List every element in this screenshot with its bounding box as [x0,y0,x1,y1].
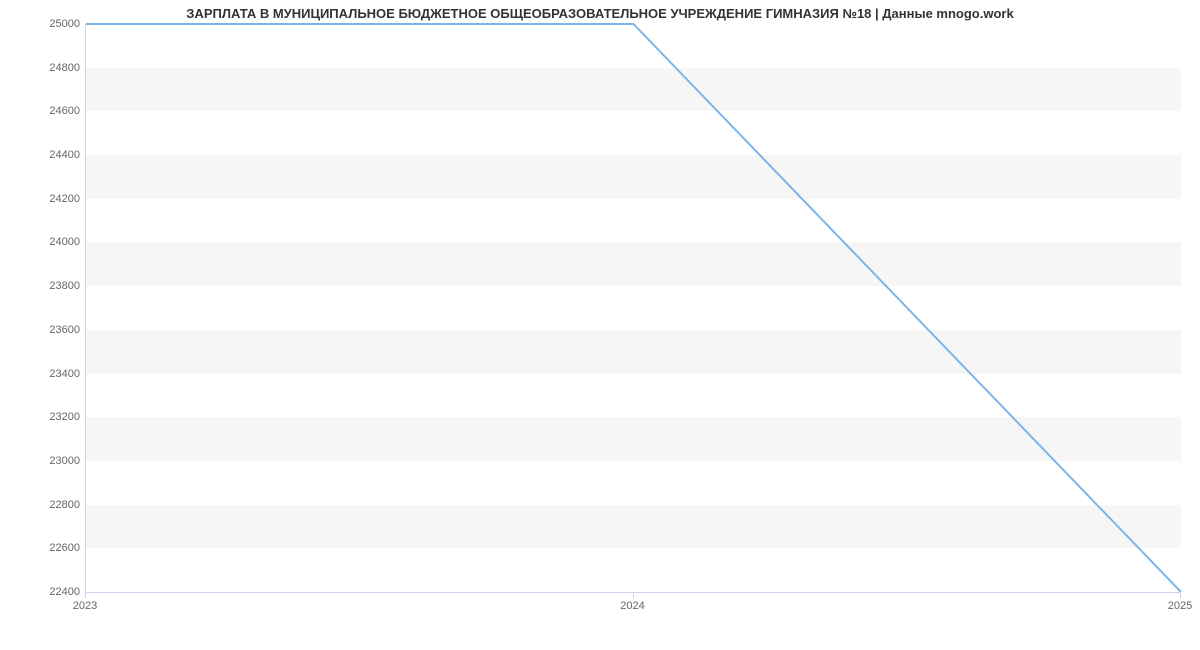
y-tick-label: 23000 [5,455,80,467]
x-tick-label: 2024 [620,600,644,612]
y-tick-label: 23200 [5,411,80,423]
y-tick-label: 22400 [5,586,80,598]
line-series [86,24,1181,592]
y-tick-label: 23400 [5,368,80,380]
y-tick-label: 22600 [5,542,80,554]
y-tick-label: 24400 [5,149,80,161]
x-tick-mark [85,592,86,598]
y-tick-label: 23600 [5,324,80,336]
x-tick-label: 2025 [1168,600,1192,612]
x-tick-mark [1180,592,1181,598]
x-tick-label: 2023 [73,600,97,612]
salary-line-chart: ЗАРПЛАТА В МУНИЦИПАЛЬНОЕ БЮДЖЕТНОЕ ОБЩЕО… [0,0,1200,650]
chart-title: ЗАРПЛАТА В МУНИЦИПАЛЬНОЕ БЮДЖЕТНОЕ ОБЩЕО… [0,6,1200,21]
y-tick-label: 24200 [5,193,80,205]
y-tick-label: 24000 [5,236,80,248]
y-tick-label: 24800 [5,62,80,74]
y-tick-label: 22800 [5,499,80,511]
y-tick-label: 23800 [5,280,80,292]
x-tick-mark [633,592,634,598]
series-line [86,24,1181,592]
y-tick-label: 24600 [5,105,80,117]
y-tick-label: 25000 [5,18,80,30]
plot-area [85,24,1181,593]
